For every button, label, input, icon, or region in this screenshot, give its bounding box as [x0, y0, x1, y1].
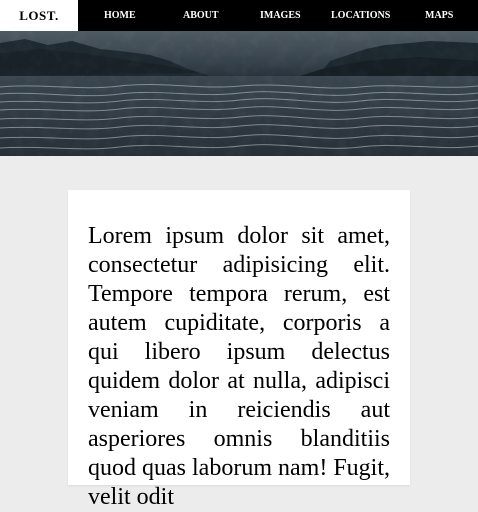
- nav-link-home[interactable]: HOME: [104, 11, 136, 21]
- site-logo[interactable]: LOST.: [0, 0, 78, 31]
- content-card: Lorem ipsum dolor sit amet, consectetur …: [68, 190, 410, 510]
- site-logo-text: LOST.: [19, 8, 59, 23]
- nav-link-maps[interactable]: MAPS: [425, 11, 453, 21]
- nav-link-locations[interactable]: LOCATIONS: [331, 11, 390, 21]
- main-navigation: HOME ABOUT IMAGES LOCATIONS MAPS: [78, 0, 478, 31]
- hero-image: [0, 31, 478, 156]
- body-paragraph: Lorem ipsum dolor sit amet, consectetur …: [88, 223, 390, 510]
- nav-link-about[interactable]: ABOUT: [183, 11, 219, 21]
- nav-link-images[interactable]: IMAGES: [260, 11, 301, 21]
- top-navigation-bar: LOST. HOME ABOUT IMAGES LOCATIONS MAPS: [0, 0, 478, 31]
- lake-landscape-image: [0, 31, 478, 156]
